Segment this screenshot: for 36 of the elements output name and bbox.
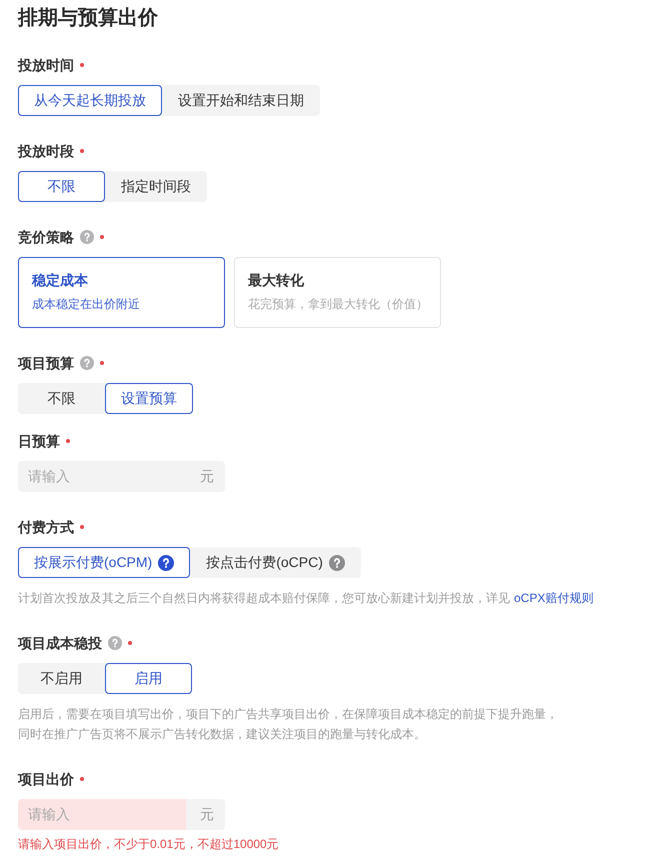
card-description: 成本稳定在出价附近 <box>32 296 140 313</box>
option-button[interactable]: 按点击付费(oCPC) <box>190 547 361 578</box>
field-label: 投放时段 <box>18 142 74 161</box>
input-field[interactable]: 请输入 <box>18 799 186 830</box>
help-icon[interactable] <box>158 554 174 570</box>
field-label: 日预算 <box>18 432 60 451</box>
field-label: 投放时间 <box>18 56 74 75</box>
error-message: 请输入项目出价，不少于0.01元，不超过10000元 <box>18 836 279 853</box>
field-label: 项目出价 <box>18 770 74 789</box>
option-button[interactable]: 从今天起长期投放 <box>18 85 162 116</box>
rule-link[interactable]: oCPX赔付规则 <box>514 591 594 605</box>
strategy-card[interactable]: 稳定成本 成本稳定在出价附近 <box>18 257 225 328</box>
card-title: 最大转化 <box>248 271 304 290</box>
field-label: 竞价策略 <box>18 228 74 247</box>
help-icon[interactable] <box>328 554 345 570</box>
unit-label: 元 <box>186 799 225 830</box>
option-button[interactable]: 设置开始和结束日期 <box>162 85 320 116</box>
option-button[interactable]: 指定时间段 <box>105 171 207 202</box>
option-button[interactable]: 不限 <box>18 383 105 414</box>
field-label: 付费方式 <box>18 518 74 537</box>
page-title: 排期与预算出价 <box>18 6 158 31</box>
help-text: 同时在推广广告页将不展示广告转化数据，建议关注项目的跑量与转化成本。 <box>18 726 426 743</box>
input-field[interactable]: 请输入 <box>18 461 186 492</box>
field-label: 项目预算 <box>18 354 74 373</box>
option-button[interactable]: 不限 <box>18 171 105 202</box>
help-text: 计划首次投放及其之后三个自然日内将获得超成本赔付保障，您可放心新建计划并投放，详见 oCPX赔付规则 <box>18 590 594 607</box>
unit-label: 元 <box>186 461 225 492</box>
option-button[interactable]: 按展示付费(oCPM) <box>18 547 190 578</box>
option-button[interactable]: 设置预算 <box>105 383 193 414</box>
strategy-card[interactable]: 最大转化 花完预算，拿到最大转化（价值） <box>234 257 441 328</box>
card-description: 花完预算，拿到最大转化（价值） <box>248 296 428 313</box>
option-button[interactable]: 启用 <box>105 663 192 694</box>
field-label: 项目成本稳投 <box>18 634 102 653</box>
option-button[interactable]: 不启用 <box>18 663 105 694</box>
card-title: 稳定成本 <box>32 271 88 290</box>
help-text: 启用后，需要在项目填写出价，项目下的广告共享项目出价，在保障项目成本稳定的前提下提升跑量， <box>18 706 558 723</box>
